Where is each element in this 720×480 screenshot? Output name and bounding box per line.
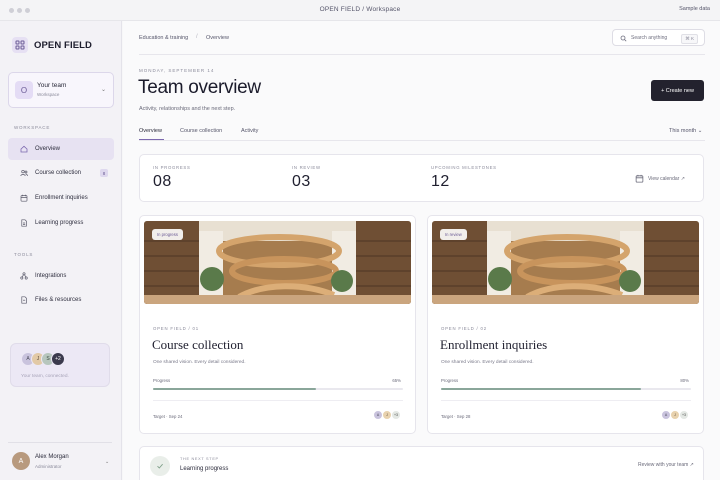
- workspace-section-label: WORKSPACE: [14, 125, 51, 130]
- sidebar-item-course-collection[interactable]: Course collection 8: [8, 162, 114, 184]
- team-avatar: O: [15, 81, 33, 99]
- count-badge: 8: [100, 169, 108, 177]
- tab-activity[interactable]: Activity: [241, 128, 258, 134]
- stat-value: 12: [431, 173, 450, 190]
- window-title: OPEN FIELD / Workspace: [319, 6, 401, 13]
- progress-bar: [441, 388, 691, 390]
- sidebar-item-label: Course collection: [35, 170, 82, 176]
- main-content: Education & training / Overview Search a…: [123, 21, 720, 480]
- tab-overview[interactable]: Overview: [139, 128, 162, 134]
- library-staircase-image: In progress: [144, 221, 411, 304]
- stats-panel: IN PROGRESS 08 IN REVIEW 03 UPCOMING MIL…: [139, 154, 704, 202]
- status-badge: In review: [440, 229, 467, 240]
- calendar-icon: [14, 194, 34, 202]
- next-step-title: Learning progress: [180, 466, 229, 472]
- sidebar-item-label: Overview: [35, 146, 61, 152]
- view-calendar-link[interactable]: View calendar ↗: [635, 174, 685, 183]
- progress-fill: [153, 388, 316, 390]
- user-role: Administrator: [35, 464, 62, 469]
- stat-label: IN REVIEW: [292, 165, 321, 170]
- keyboard-shortcut: ⌘ K: [681, 34, 698, 44]
- chevron-down-icon[interactable]: ⌄: [105, 459, 109, 465]
- create-new-button[interactable]: + Create new: [651, 80, 704, 101]
- calendar-icon: [635, 174, 644, 183]
- review-with-team-link[interactable]: Review with your team ↗: [638, 462, 694, 468]
- sidebar-item-overview[interactable]: Overview: [8, 138, 114, 160]
- progress-value: 65%: [392, 378, 401, 383]
- file-icon: [14, 296, 34, 304]
- user-name: Alex Morgan: [35, 454, 69, 460]
- divider: [139, 140, 705, 141]
- users-icon: [14, 169, 34, 177]
- date-range-select[interactable]: This month ⌄: [669, 128, 702, 134]
- tools-section-label: TOOLS: [14, 252, 34, 257]
- project-card[interactable]: In review OPEN FIELD / 02 Enrollment inq…: [427, 215, 704, 434]
- divider: [139, 54, 705, 55]
- grid-logo-icon: [12, 37, 28, 53]
- title-bar: OPEN FIELD / Workspace Sample data: [0, 0, 720, 21]
- check-icon: [150, 456, 170, 476]
- breadcrumb-item-current: Overview: [206, 35, 229, 41]
- search-input[interactable]: Search anything ⌘ K: [612, 29, 705, 46]
- stat-label: UPCOMING MILESTONES: [431, 165, 497, 170]
- user-avatar[interactable]: A: [12, 452, 30, 470]
- avatar-more-count: +2: [51, 352, 65, 366]
- document-icon: [14, 219, 34, 227]
- breadcrumb-item[interactable]: Education & training: [139, 35, 188, 41]
- sidebar-item-enrollment-inquiries[interactable]: Enrollment inquiries: [8, 187, 114, 209]
- page-subtitle: Activity, relationships and the next ste…: [139, 106, 236, 112]
- sample-data-label[interactable]: Sample data: [679, 6, 710, 12]
- project-description: One shared vision. Every detail consider…: [441, 360, 534, 365]
- search-placeholder: Search anything: [631, 35, 668, 41]
- project-name: Enrollment inquiries: [440, 337, 548, 352]
- project-card[interactable]: In progress OPEN FIELD / 01 Course colle…: [139, 215, 416, 434]
- progress-fill: [441, 388, 641, 390]
- avatar-more-count: +3: [391, 410, 401, 420]
- home-icon: [14, 145, 34, 153]
- next-step-card[interactable]: THE NEXT STEP Learning progress Review w…: [139, 446, 704, 480]
- status-badge: In progress: [152, 229, 183, 240]
- avatar-more-count: +3: [679, 410, 689, 420]
- target-date: Target · Sep 28: [441, 414, 471, 419]
- page-date: MONDAY, SEPTEMBER 14: [139, 68, 215, 73]
- sidebar: OPEN FIELD O Your team Workspace ⌄ WORKS…: [0, 21, 122, 480]
- project-name: Course collection: [152, 337, 244, 352]
- team-name: Your team: [37, 82, 67, 89]
- chevron-down-icon: ⌄: [100, 87, 106, 93]
- progress-bar: [153, 388, 403, 390]
- sidebar-item-files-resources[interactable]: Files & resources: [8, 289, 114, 311]
- brand-name: OPEN FIELD: [34, 40, 93, 51]
- sidebar-item-label: Enrollment inquiries: [35, 195, 88, 201]
- view-calendar-label: View calendar ↗: [648, 175, 685, 182]
- search-icon: [620, 35, 627, 42]
- project-kicker: OPEN FIELD / 01: [153, 326, 199, 331]
- team-connected-card: A J S +2 Your team, connected.: [10, 343, 110, 387]
- library-staircase-image: In review: [432, 221, 699, 304]
- progress-value: 80%: [680, 378, 689, 383]
- team-switcher[interactable]: O Your team Workspace ⌄: [8, 72, 114, 108]
- divider: [8, 442, 112, 443]
- sidebar-item-label: Learning progress: [35, 220, 84, 226]
- progress-label: Progress: [153, 378, 171, 383]
- sidebar-item-integrations[interactable]: Integrations: [8, 265, 114, 287]
- stat-value: 08: [153, 173, 172, 190]
- divider: [441, 400, 691, 401]
- team-subtitle: Workspace: [37, 92, 60, 97]
- project-description: One shared vision. Every detail consider…: [153, 360, 246, 365]
- stat-value: 03: [292, 173, 311, 190]
- team-connected-text: Your team, connected.: [21, 374, 69, 379]
- divider: [153, 400, 403, 401]
- sidebar-item-label: Integrations: [35, 273, 67, 279]
- target-date: Target · Sep 24: [153, 414, 183, 419]
- sidebar-item-learning-progress[interactable]: Learning progress: [8, 212, 114, 234]
- progress-label: Progress: [441, 378, 459, 383]
- next-step-kicker: THE NEXT STEP: [180, 457, 219, 461]
- breadcrumb-separator: /: [196, 34, 198, 40]
- project-kicker: OPEN FIELD / 02: [441, 326, 487, 331]
- stat-label: IN PROGRESS: [153, 165, 191, 170]
- page-title: Team overview: [138, 77, 261, 98]
- integrations-icon: [14, 272, 34, 280]
- tab-course-collection[interactable]: Course collection: [180, 128, 222, 134]
- sidebar-item-label: Files & resources: [35, 297, 82, 303]
